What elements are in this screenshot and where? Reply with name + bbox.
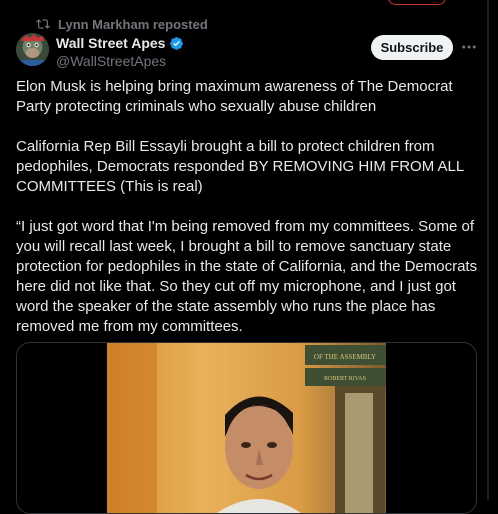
sign-text-1: OF THE ASSEMBLY xyxy=(314,353,376,361)
author-handle[interactable]: @WallStreetApes xyxy=(56,53,184,69)
repost-text: Lynn Markham reposted xyxy=(58,16,208,32)
tweet-paragraph: “I just got word that I'm being removed … xyxy=(16,218,478,335)
verified-badge-icon xyxy=(170,36,184,50)
sign-text-2: ROBERT RIVAS xyxy=(324,376,366,382)
author-block: Wall Street Apes @WallStreetApes xyxy=(56,35,184,69)
subscribe-button[interactable]: Subscribe xyxy=(371,35,453,60)
author-display-name[interactable]: Wall Street Apes xyxy=(56,35,165,51)
avatar[interactable] xyxy=(16,33,49,66)
video-thumbnail[interactable]: OF THE ASSEMBLY ROBERT RIVAS xyxy=(107,343,386,513)
tweet-paragraph: California Rep Bill Essayli brought a bi… xyxy=(16,138,464,195)
repost-icon xyxy=(36,19,50,29)
tweet-paragraph: Elon Musk is helping bring maximum aware… xyxy=(16,78,453,115)
video-media[interactable]: OF THE ASSEMBLY ROBERT RIVAS xyxy=(16,342,477,514)
more-icon[interactable] xyxy=(458,38,480,56)
tweet-text: Elon Musk is helping bring maximum aware… xyxy=(16,77,486,357)
top-pill-edge xyxy=(388,0,446,5)
scrollbar-edge xyxy=(487,0,489,500)
repost-indicator[interactable]: Lynn Markham reposted xyxy=(36,15,208,33)
